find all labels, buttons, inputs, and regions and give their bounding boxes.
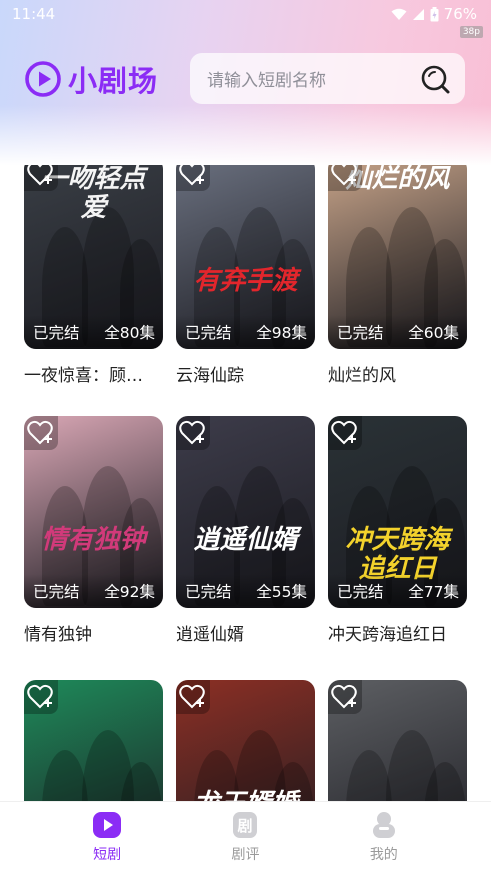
drama-title[interactable]: 一夜惊喜：顾… [24,361,163,386]
drama-poster[interactable]: 有弃手渡已完结 全98集 [176,165,315,349]
drama-poster[interactable] [24,680,163,801]
favorite-heart-icon[interactable] [24,165,58,191]
status-time: 11:44 [12,5,56,23]
tab-label: 我的 [369,847,398,863]
favorite-heart-icon[interactable] [176,680,210,714]
favorite-heart-icon[interactable] [176,416,210,450]
poster-info-bar: 已完结 全92集 [24,574,163,608]
completion-status: 已完结 [33,583,80,601]
search-icon[interactable] [419,63,451,95]
tab-label: 剧评 [231,847,260,863]
play-logo-icon [25,61,61,97]
episode-count: 全80集 [104,324,155,342]
episode-count: 全98集 [256,324,307,342]
episode-count: 全60集 [408,324,459,342]
completion-status: 已完结 [337,324,384,342]
poster-info-bar: 已完结 全98集 [176,315,315,349]
poster-info-bar: 已完结 全80集 [24,315,163,349]
drama-title[interactable]: 冲天跨海追红日 [328,620,467,645]
tab-review[interactable]: 剧 剧评 [205,811,285,864]
drama-title[interactable]: 情有独钟 [24,620,163,645]
drama-card[interactable]: 有弃手渡已完结 全98集云海仙踪 [176,165,315,386]
tab-label: 短剧 [93,847,122,863]
drama-poster[interactable]: 龙王婿婚 [176,680,315,801]
battery-icon [430,6,439,21]
search-input[interactable]: 请输入短剧名称 [207,66,419,91]
app-logo: 小剧场 [24,58,158,100]
drama-card[interactable] [24,680,163,801]
completion-status: 已完结 [185,324,232,342]
drama-card[interactable] [328,680,467,801]
bottom-tab-bar: 短剧 剧 剧评 我的 [0,801,491,873]
drama-card[interactable]: 灿烂的风 已完结 全60集 灿烂的风 [328,165,467,386]
drama-card[interactable]: 龙王婿婚 [176,680,315,801]
poster-title-art: 龙王婿婚 [188,790,303,801]
fps-badge: 38p [459,26,483,38]
svg-text:剧: 剧 [238,817,253,835]
drama-title[interactable]: 云海仙踪 [176,361,315,386]
drama-poster[interactable]: 逍遥仙婿已完结 全55集 [176,416,315,608]
review-icon: 剧 [233,812,258,838]
signal-icon [412,8,424,20]
tab-short-drama[interactable]: 短剧 [67,811,147,864]
favorite-heart-icon[interactable] [328,680,362,714]
episode-count: 全92集 [104,583,155,601]
wifi-icon [391,8,407,20]
drama-title[interactable]: 灿烂的风 [328,361,467,386]
favorite-heart-icon[interactable] [176,165,210,191]
drama-card[interactable]: 一吻轻点爱 已完结 全80集 一夜惊喜：顾… [24,165,163,386]
search-box[interactable]: 请输入短剧名称 [190,53,465,104]
poster-title-art: 逍遥仙婿 [193,525,298,555]
tab-profile[interactable]: 我的 [344,811,424,864]
favorite-heart-icon[interactable] [24,416,58,450]
completion-status: 已完结 [185,583,232,601]
status-icons: 76% [391,5,477,23]
drama-card[interactable]: 逍遥仙婿 已完结 全55集 逍遥仙婿 [176,416,315,645]
drama-title[interactable]: 逍遥仙婿 [176,620,315,645]
poster-info-bar: 已完结 全60集 [328,315,467,349]
poster-info-bar: 已完结 全55集 [176,574,315,608]
play-icon [93,812,122,838]
episode-count: 全77集 [408,583,459,601]
favorite-heart-icon[interactable] [24,680,58,714]
episode-count: 全55集 [256,583,307,601]
drama-poster[interactable]: 一吻轻点爱 已完结 全80集 [24,165,163,349]
drama-poster[interactable]: 情有独钟已完结 全92集 [24,416,163,608]
status-bar: 11:44 76% [0,0,491,28]
app-name: 小剧场 [68,64,159,98]
drama-poster[interactable] [328,680,467,801]
drama-poster[interactable]: 灿烂的风 已完结 全60集 [328,165,467,349]
completion-status: 已完结 [33,324,80,342]
profile-icon [372,812,395,838]
completion-status: 已完结 [337,583,384,601]
favorite-heart-icon[interactable] [328,416,362,450]
drama-grid: 一吻轻点爱 已完结 全80集 一夜惊喜：顾… 有弃手渡 已完结 全98集 云海仙踪 灿烂的风 已完… [0,165,491,801]
poster-info-bar: 已完结 全77集 [328,574,467,608]
drama-poster[interactable]: 冲天跨海追红日 已完结 全77集 [328,416,467,608]
favorite-heart-icon[interactable] [328,165,362,191]
drama-card[interactable]: 冲天跨海追红日 已完结 全77集 冲天跨海追红日 [328,416,467,645]
drama-card[interactable]: 情有独钟 已完结 全92集 情有独钟 [24,416,163,645]
battery-level: 76% [443,5,477,23]
poster-title-art: 情有独钟 [41,525,146,555]
poster-title-art: 有弃手渡 [193,266,298,296]
